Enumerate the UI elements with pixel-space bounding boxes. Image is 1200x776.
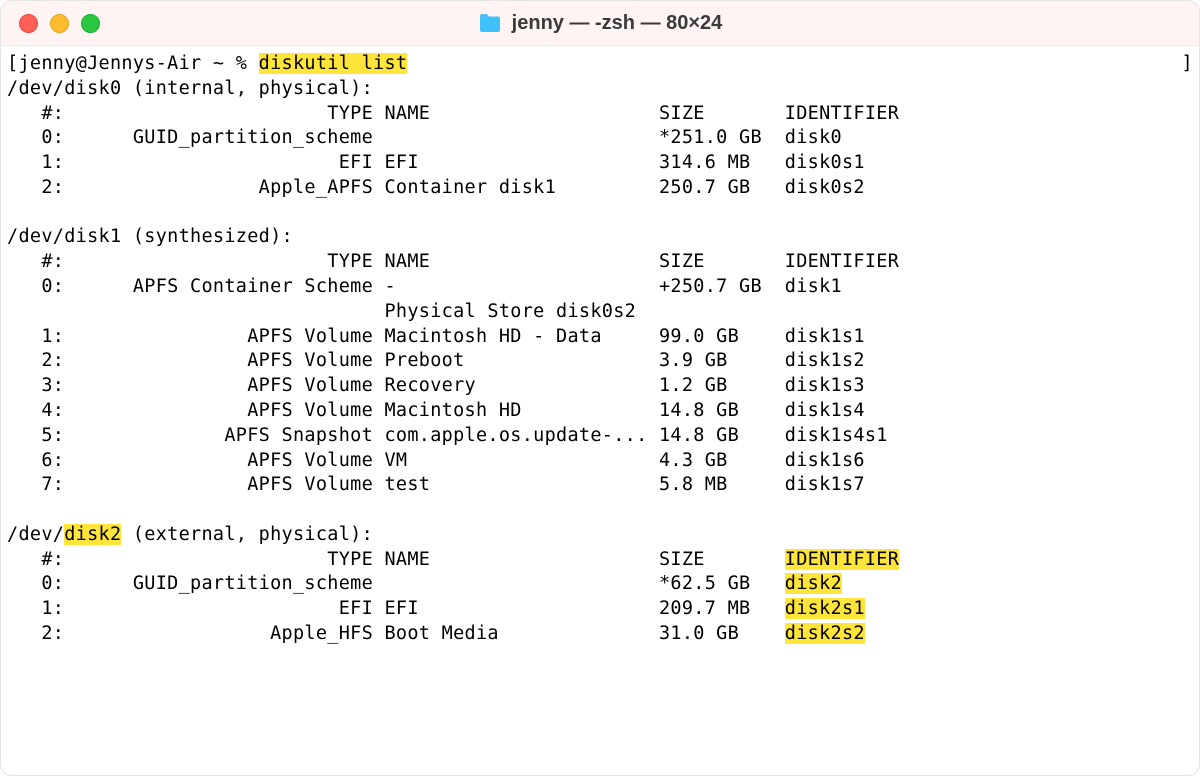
- command-text: diskutil list: [259, 53, 408, 74]
- column-header: #: TYPE NAME SIZE IDENTIFIER: [7, 102, 1193, 127]
- maximize-button[interactable]: [81, 14, 100, 33]
- identifier-hl: disk2s1: [785, 598, 865, 619]
- prompt-line: [jenny@Jennys-Air ~ % diskutil list]: [7, 52, 1193, 77]
- disk-row: 3: APFS Volume Recovery 1.2 GB disk1s3: [7, 374, 1193, 399]
- disk-device-hl: disk2: [64, 524, 121, 545]
- disk-row: 2: Apple_APFS Container disk1 250.7 GB d…: [7, 176, 1193, 201]
- disk-row: 0: APFS Container Scheme - +250.7 GB dis…: [7, 275, 1193, 300]
- titlebar: jenny — -zsh — 80×24: [1, 1, 1199, 46]
- window-title: jenny — -zsh — 80×24: [512, 12, 723, 35]
- identifier-hl: disk2s2: [785, 623, 865, 644]
- column-header: #: TYPE NAME SIZE IDENTIFIER 0: APFS Con…: [7, 250, 1193, 647]
- disk-row: 5: APFS Snapshot com.apple.os.update-...…: [7, 424, 1193, 449]
- disk-row: 7: APFS Volume test 5.8 MB disk1s7: [7, 473, 1193, 498]
- terminal-body[interactable]: [jenny@Jennys-Air ~ % diskutil list]/dev…: [1, 46, 1199, 775]
- disk-row: Physical Store disk0s2: [7, 300, 1193, 325]
- disk-row: 4: APFS Volume Macintosh HD 14.8 GB disk…: [7, 399, 1193, 424]
- disk-header: /dev/disk0 (internal, physical):: [7, 77, 1193, 102]
- disk-row: 6: APFS Volume VM 4.3 GB disk1s6: [7, 449, 1193, 474]
- disk-row: 0: GUID_partition_scheme *62.5 GB disk2: [7, 572, 1193, 597]
- prompt-text: jenny@Jennys-Air ~ %: [18, 53, 258, 74]
- column-header: #: TYPE NAME SIZE IDENTIFIER: [7, 548, 1193, 573]
- column-header: #: TYPE NAME SIZE IDENTIFIER: [7, 250, 1193, 275]
- col-identifier: IDENTIFIER: [785, 549, 899, 570]
- disk-row: 2: APFS Volume Preboot 3.9 GB disk1s2: [7, 349, 1193, 374]
- traffic-lights: [19, 14, 100, 33]
- close-button[interactable]: [19, 14, 38, 33]
- disk-row: 1: APFS Volume Macintosh HD - Data 99.0 …: [7, 325, 1193, 350]
- disk-row: 1: EFI EFI 314.6 MB disk0s1: [7, 151, 1193, 176]
- identifier-hl: disk2: [785, 573, 842, 594]
- title-center: jenny — -zsh — 80×24: [1, 12, 1199, 35]
- bracket-right: ]: [1182, 52, 1193, 77]
- blank-line: [7, 201, 1193, 226]
- folder-icon: [478, 13, 502, 33]
- terminal-window: jenny — -zsh — 80×24 [jenny@Jennys-Air ~…: [0, 0, 1200, 776]
- disk-row: 2: Apple_HFS Boot Media 31.0 GB disk2s2: [7, 622, 1193, 647]
- disk-row: 0: GUID_partition_scheme *251.0 GB disk0: [7, 126, 1193, 151]
- minimize-button[interactable]: [50, 14, 69, 33]
- column-header: #: TYPE NAME SIZE IDENTIFIER 0: GUID_par…: [7, 102, 1193, 647]
- disk-header: /dev/disk2 (external, physical):: [7, 523, 1193, 548]
- disk-header: /dev/disk1 (synthesized):: [7, 225, 1193, 250]
- column-header: #: TYPE NAME SIZE IDENTIFIER 0: GUID_par…: [7, 548, 1193, 647]
- blank-line: [7, 498, 1193, 523]
- disk-row: 1: EFI EFI 209.7 MB disk2s1: [7, 597, 1193, 622]
- bracket-left: [: [7, 52, 18, 77]
